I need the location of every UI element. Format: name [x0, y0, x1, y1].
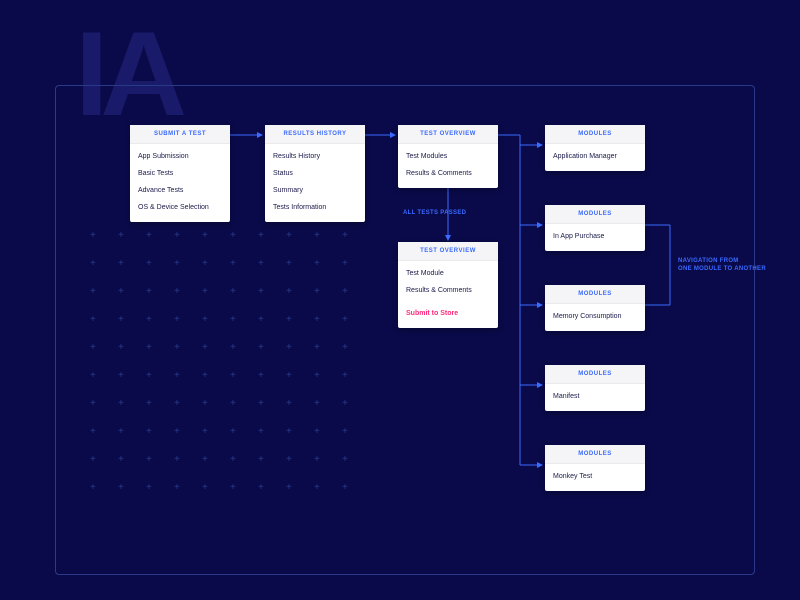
card-item: Results & Comments [398, 165, 498, 182]
label-nav-line2: ONE MODULE TO ANOTHER [678, 266, 766, 272]
card-module-app-manager: MODULES Application Manager [545, 125, 645, 171]
card-item: Manifest [545, 388, 645, 405]
card-header: RESULTS HISTORY [265, 125, 365, 144]
card-header: MODULES [545, 205, 645, 224]
card-header: TEST OVERVIEW [398, 125, 498, 144]
label-all-passed: ALL TESTS PASSED [403, 210, 466, 216]
card-item: Results History [265, 148, 365, 165]
card-header: MODULES [545, 445, 645, 464]
card-item: Summary [265, 182, 365, 199]
card-item: Application Manager [545, 148, 645, 165]
card-item: Basic Tests [130, 165, 230, 182]
card-header: MODULES [545, 125, 645, 144]
card-test-overview-1: TEST OVERVIEW Test Modules Results & Com… [398, 125, 498, 188]
card-header: MODULES [545, 285, 645, 304]
card-results-history: RESULTS HISTORY Results History Status S… [265, 125, 365, 222]
card-item: Status [265, 165, 365, 182]
card-module-iap: MODULES In App Purchase [545, 205, 645, 251]
card-module-manifest: MODULES Manifest [545, 365, 645, 411]
card-item: App Submission [130, 148, 230, 165]
card-item: In App Purchase [545, 228, 645, 245]
card-header: MODULES [545, 365, 645, 384]
card-item: OS & Device Selection [130, 199, 230, 216]
card-test-overview-2: TEST OVERVIEW Test Module Results & Comm… [398, 242, 498, 328]
card-submit-test: SUBMIT A TEST App Submission Basic Tests… [130, 125, 230, 222]
card-header: SUBMIT A TEST [130, 125, 230, 144]
card-header: TEST OVERVIEW [398, 242, 498, 261]
card-module-memory: MODULES Memory Consumption [545, 285, 645, 331]
card-item-submit-store: Submit to Store [398, 305, 498, 322]
card-item: Advance Tests [130, 182, 230, 199]
label-nav-line1: NAVIGATION FROM [678, 258, 739, 264]
card-item: Tests Information [265, 199, 365, 216]
card-item: Monkey Test [545, 468, 645, 485]
card-item: Test Modules [398, 148, 498, 165]
card-item: Memory Consumption [545, 308, 645, 325]
card-module-monkey: MODULES Monkey Test [545, 445, 645, 491]
card-item: Test Module [398, 265, 498, 282]
card-item: Results & Comments [398, 282, 498, 299]
